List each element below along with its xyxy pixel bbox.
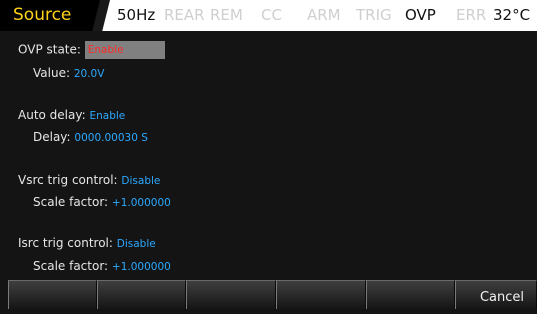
temperature-indicator: 32°C [493, 6, 531, 24]
vsrc-scale-factor-label: Scale factor: [33, 195, 109, 209]
isrc-scale-factor-value[interactable]: +1.000000 [112, 261, 171, 273]
isrc-trig-control-value[interactable]: Disable [117, 238, 156, 250]
vsrc-trig-control-row[interactable]: Vsrc trig control: Disable [18, 172, 160, 189]
isrc-trig-control-label: Isrc trig control: [18, 236, 113, 250]
auto-delay-value[interactable]: Enable [89, 110, 125, 122]
settings-panel: OVP state: Enable Value: 20.0V Auto dela… [0, 31, 537, 280]
isrc-scale-factor-label: Scale factor: [33, 259, 109, 273]
remote-indicator: REM [210, 6, 243, 24]
delay-label: Delay: [33, 130, 71, 144]
frequency-indicator: 50Hz [117, 6, 156, 24]
softkey-3[interactable] [186, 280, 276, 309]
vsrc-trig-control-value[interactable]: Disable [121, 175, 160, 187]
ovp-state-row[interactable]: OVP state: Enable [18, 41, 165, 59]
trig-indicator: TRIG [356, 6, 392, 24]
softkey-5[interactable] [366, 280, 455, 309]
delay-row[interactable]: Delay: 0000.00030 S [33, 129, 148, 146]
isrc-trig-control-row[interactable]: Isrc trig control: Disable [18, 235, 156, 252]
delay-value[interactable]: 0000.00030 S [74, 132, 147, 144]
source-tab[interactable]: Source [0, 0, 100, 31]
ovp-value-row[interactable]: Value: 20.0V [33, 65, 104, 82]
vsrc-scale-factor-value[interactable]: +1.000000 [112, 197, 171, 209]
ovp-state-label: OVP state: [18, 42, 81, 57]
softkey-4[interactable] [276, 280, 366, 309]
cc-indicator: CC [261, 6, 282, 24]
auto-delay-label: Auto delay: [18, 108, 86, 122]
softkey-2[interactable] [97, 280, 186, 309]
softkey-bar: Cancel [0, 280, 537, 309]
ovp-value[interactable]: 20.0V [74, 68, 105, 80]
rear-indicator: REAR [164, 6, 205, 24]
ovp-state-value[interactable]: Enable [84, 41, 165, 59]
isrc-scale-factor-row[interactable]: Scale factor: +1.000000 [33, 258, 171, 275]
ovp-indicator: OVP [405, 6, 436, 24]
softkey-1[interactable] [8, 280, 97, 309]
status-bar: Source 50Hz REAR REM CC ARM TRIG OVP ERR… [0, 0, 537, 31]
ovp-value-label: Value: [33, 66, 70, 80]
vsrc-scale-factor-row[interactable]: Scale factor: +1.000000 [33, 194, 171, 211]
arm-indicator: ARM [307, 6, 341, 24]
error-indicator: ERR [456, 6, 487, 24]
auto-delay-row[interactable]: Auto delay: Enable [18, 107, 125, 124]
vsrc-trig-control-label: Vsrc trig control: [18, 173, 118, 187]
cancel-softkey[interactable]: Cancel [455, 280, 537, 309]
